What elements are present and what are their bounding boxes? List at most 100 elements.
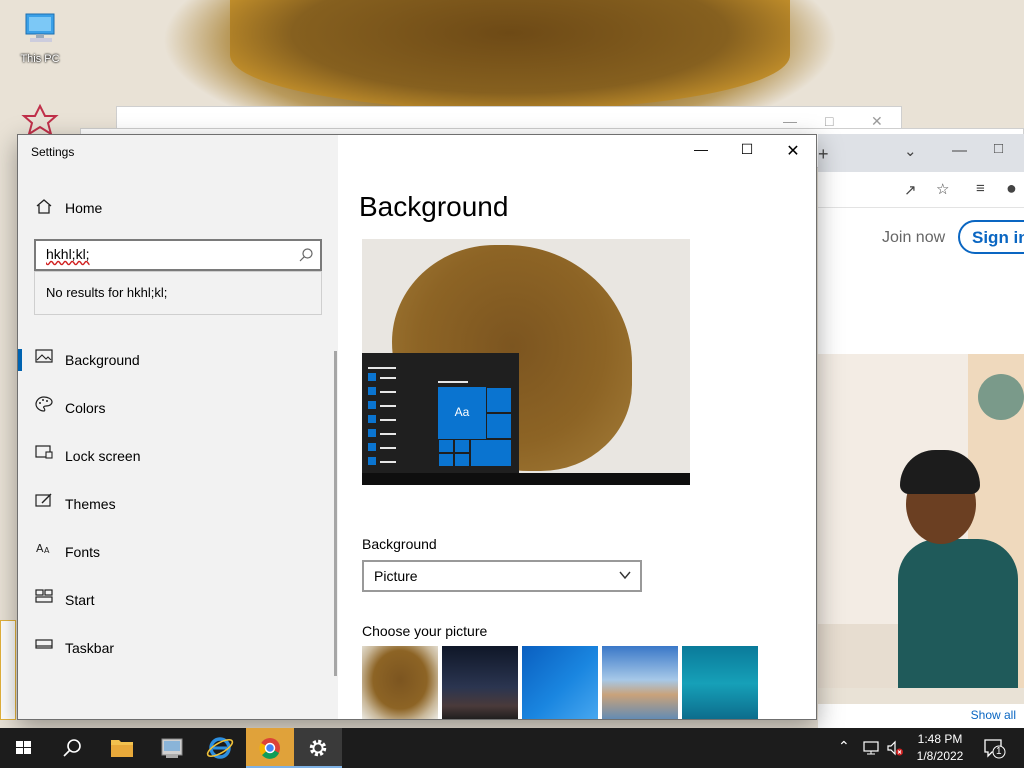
page-title: Background (359, 191, 509, 222)
desktop-icon-this-pc[interactable]: This PC (12, 12, 68, 65)
chevron-down-icon (619, 571, 631, 580)
nav-item-label: Start (65, 592, 95, 608)
preview-tile (470, 439, 512, 467)
reading-list-icon[interactable]: ≡ (976, 180, 985, 197)
volume-muted-icon[interactable] (886, 739, 904, 757)
search-icon[interactable] (298, 247, 314, 263)
settings-window[interactable]: Settings Home hkhl;kl; No results for hk… (17, 134, 817, 720)
wallpaper-image (230, 0, 790, 110)
new-tab-icon[interactable]: + (818, 144, 829, 165)
illustration-person-body (898, 539, 1018, 688)
settings-sidebar: Settings Home hkhl;kl; No results for hk… (18, 135, 338, 719)
minimize-icon[interactable]: — (783, 113, 797, 129)
taskbar-settings[interactable] (294, 728, 342, 768)
taskbar-file-explorer[interactable] (98, 728, 146, 768)
taskbar-search-button[interactable] (48, 728, 96, 768)
notification-count: 1 (996, 746, 1002, 757)
nav-item-taskbar[interactable]: Taskbar (34, 633, 334, 663)
preview-tile (454, 453, 470, 467)
browser-window[interactable]: + ⌄ — □ ↗ ☆ ≡ ● Join now Sign in (818, 134, 1024, 688)
window-title: Settings (31, 145, 75, 159)
preview-menu-square (368, 415, 376, 423)
settings-search-input[interactable]: hkhl;kl; (34, 239, 322, 271)
preview-menu-square (368, 387, 376, 395)
preview-tile (486, 413, 512, 439)
palette-icon (35, 396, 53, 412)
lock-screen-icon (35, 445, 53, 459)
notification-center-button[interactable]: 1 (982, 737, 1006, 759)
preview-tile (486, 387, 512, 413)
preview-menu-line (380, 391, 396, 393)
fonts-icon: A A (36, 542, 50, 555)
picture-thumbnail[interactable] (442, 646, 518, 719)
chrome-icon (259, 738, 280, 759)
maximize-icon[interactable]: □ (825, 113, 833, 129)
show-all-link[interactable]: Show all (818, 704, 1024, 728)
chevron-down-icon[interactable]: ⌄ (904, 142, 917, 160)
preview-menu-line (380, 461, 396, 463)
nav-item-lock-screen[interactable]: Lock screen (34, 441, 334, 471)
browser-tab-bar: + ⌄ — □ (818, 134, 1024, 172)
partial-window-edge (0, 620, 16, 720)
start-icon (35, 589, 53, 603)
windows-icon (16, 741, 31, 754)
taskbar: ⌃ 1:48 PM 1/8/2022 1 (0, 728, 1024, 768)
picture-icon (35, 349, 53, 363)
nav-item-label: Lock screen (65, 448, 141, 464)
sidebar-scrollbar[interactable] (334, 351, 337, 676)
nav-item-colors[interactable]: Colors (34, 393, 334, 423)
taskbar-internet-explorer[interactable] (196, 728, 244, 768)
svg-text:A: A (36, 542, 44, 555)
maximize-button[interactable]: ☐ (724, 141, 770, 161)
picture-thumbnail[interactable] (362, 646, 438, 719)
taskbar-server-manager[interactable] (148, 728, 196, 768)
preview-tile-header (438, 381, 468, 383)
preview-tile (454, 439, 470, 453)
minimize-button[interactable]: — (678, 141, 724, 161)
preview-taskbar (362, 473, 690, 485)
network-icon[interactable] (862, 739, 880, 757)
picture-thumbnails (362, 646, 762, 719)
browser-toolbar: ↗ ☆ ≡ ● (818, 172, 1024, 208)
share-icon[interactable]: ↗ (904, 181, 917, 199)
folder-icon (111, 740, 133, 757)
nav-item-start[interactable]: Start (34, 585, 334, 615)
chevron-up-icon[interactable]: ⌃ (838, 738, 850, 755)
preview-menu-square (368, 401, 376, 409)
star-icon[interactable]: ☆ (936, 180, 949, 198)
minimize-icon[interactable]: — (952, 142, 967, 159)
notification-icon (984, 739, 1006, 759)
preview-menu-line (380, 405, 396, 407)
nav-item-label: Background (65, 352, 140, 368)
computer-icon (25, 13, 55, 42)
preview-menu-line (380, 433, 396, 435)
nav-item-label: Themes (65, 496, 116, 512)
background-type-dropdown[interactable]: Picture (362, 560, 642, 592)
maximize-icon[interactable]: □ (994, 140, 1003, 157)
taskbar-clock[interactable]: 1:48 PM 1/8/2022 (912, 731, 968, 765)
preview-menu-line (380, 377, 396, 379)
nav-item-fonts[interactable]: A A Fonts (34, 537, 334, 567)
preview-menu-square (368, 457, 376, 465)
nav-item-themes[interactable]: Themes (34, 489, 334, 519)
home-nav-item[interactable]: Home (34, 195, 334, 221)
nav-item-background[interactable]: Background (34, 345, 334, 375)
preview-tile (438, 453, 454, 467)
picture-thumbnail[interactable] (602, 646, 678, 719)
preview-menu-square (368, 443, 376, 451)
themes-icon (35, 493, 52, 507)
profile-icon[interactable]: ● (1006, 178, 1017, 199)
preview-menu-line (380, 419, 396, 421)
join-now-link[interactable]: Join now (882, 229, 945, 247)
preview-menu-square (368, 373, 376, 381)
picture-thumbnail[interactable] (522, 646, 598, 719)
clock-date: 1/8/2022 (916, 749, 964, 763)
illustration-globe (978, 374, 1024, 420)
taskbar-chrome[interactable] (246, 728, 294, 768)
start-button[interactable] (0, 728, 48, 768)
sign-in-button[interactable]: Sign in (958, 220, 1024, 254)
close-button[interactable]: ✕ (770, 141, 816, 161)
settings-content: — ☐ ✕ Background Aa Background Picture C… (338, 135, 816, 719)
picture-thumbnail[interactable] (682, 646, 758, 719)
clock-time: 1:48 PM (917, 732, 963, 746)
